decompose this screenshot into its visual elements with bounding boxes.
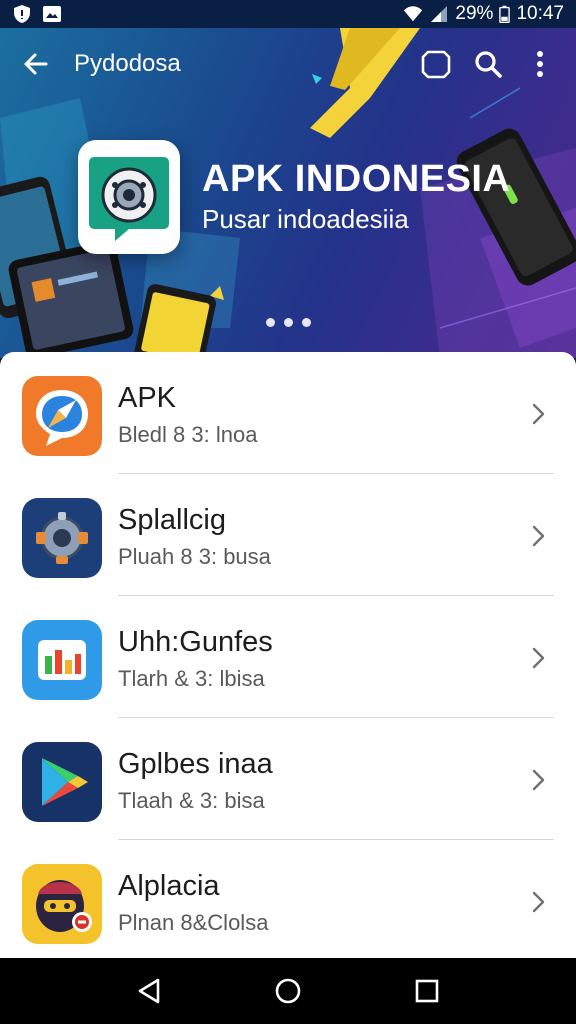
- featured-app-logo[interactable]: [78, 140, 180, 254]
- list-item-splallcig[interactable]: Splallcig Pluah 8 3: busa: [0, 474, 576, 596]
- list-item-apk[interactable]: APK Bledl 8 3: lnoa: [0, 352, 576, 474]
- chevron-right-icon: [532, 891, 545, 913]
- banner-subtitle: Pusar indoadesiia: [202, 204, 409, 234]
- app-subtitle: Bledl 8 3: lnoa: [118, 422, 258, 447]
- back-icon: [139, 978, 160, 1004]
- shield-icon: [14, 5, 30, 23]
- more-options-button[interactable]: [518, 42, 562, 86]
- battery-icon: [499, 5, 511, 23]
- image-icon: [43, 6, 61, 22]
- play-icon: [22, 742, 102, 822]
- arrow-left-icon: [24, 53, 48, 75]
- toolbar-title: Pydodosa: [74, 50, 181, 77]
- app-list: APK Bledl 8 3: lnoa Splallcig Pluah 8 3:…: [0, 352, 576, 958]
- list-item-alplacia[interactable]: Alplacia Plnan 8&Clolsa: [0, 840, 576, 958]
- app-title: Uhh:Gunfes: [118, 626, 273, 658]
- system-nav-bar: [0, 958, 576, 1024]
- status-bar: 29% 10:47: [0, 0, 576, 28]
- back-button[interactable]: [14, 42, 58, 86]
- nav-recents-button[interactable]: [405, 969, 449, 1013]
- cube-icon: [421, 50, 451, 79]
- app-title: Gplbes inaa: [118, 748, 273, 780]
- home-icon: [275, 978, 301, 1004]
- cube-button[interactable]: [414, 42, 458, 86]
- gear-icon: [22, 498, 102, 578]
- video-chat-icon: [89, 157, 169, 241]
- ninja-icon: [22, 864, 102, 944]
- recents-icon: [415, 979, 438, 1003]
- banner-pager[interactable]: [266, 318, 311, 327]
- top-app-bar: Pydodosa: [0, 28, 576, 100]
- pager-dot[interactable]: [284, 318, 293, 327]
- chevron-right-icon: [532, 403, 545, 425]
- compass-icon: [22, 376, 102, 456]
- app-title: Alplacia: [118, 870, 220, 902]
- signal-icon: [431, 6, 448, 22]
- banner-title: APK INDONESIA: [202, 158, 511, 200]
- search-button[interactable]: [466, 42, 510, 86]
- pager-dot[interactable]: [266, 318, 275, 327]
- app-title: Splallcig: [118, 504, 226, 536]
- chevron-right-icon: [532, 525, 545, 547]
- nav-home-button[interactable]: [266, 969, 310, 1013]
- more-vert-icon: [537, 51, 543, 77]
- list-item-uhh-gunfes[interactable]: Uhh:Gunfes Tlarh & 3: lbisa: [0, 596, 576, 718]
- battery-percent: 29%: [455, 3, 494, 24]
- search-icon: [475, 51, 502, 78]
- list-item-gplbes-inaa[interactable]: Gplbes inaa Tlaah & 3: bisa: [0, 718, 576, 840]
- app-subtitle: Pluah 8 3: busa: [118, 544, 271, 569]
- app-subtitle: Tlarh & 3: lbisa: [118, 666, 265, 691]
- app-subtitle: Plnan 8&Clolsa: [118, 910, 269, 935]
- chart-icon: [22, 620, 102, 700]
- app-subtitle: Tlaah & 3: bisa: [118, 788, 265, 813]
- app-title: APK: [118, 382, 177, 414]
- nav-back-button[interactable]: [127, 969, 171, 1013]
- wifi-icon: [404, 6, 423, 22]
- hero-banner[interactable]: Pydodosa APK INDONESIA Pusar indoadesiia: [0, 28, 576, 358]
- chevron-right-icon: [532, 647, 545, 669]
- pager-dot[interactable]: [302, 318, 311, 327]
- clock: 10:47: [516, 3, 564, 24]
- chevron-right-icon: [532, 769, 545, 791]
